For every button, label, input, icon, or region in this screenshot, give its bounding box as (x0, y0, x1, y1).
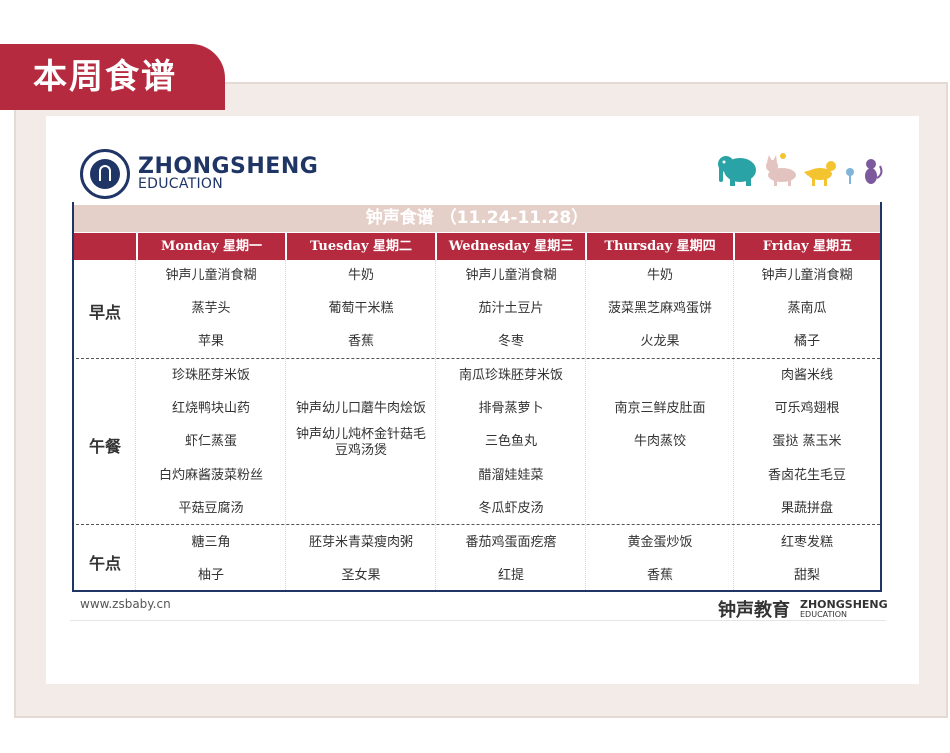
menu-cell: 珍珠胚芽米饭 (171, 368, 250, 383)
small-bird-icon (846, 168, 854, 184)
menu-cell: 肉酱米线 (780, 368, 833, 383)
animals-illustration (718, 153, 883, 186)
menu-cell: 南瓜珍珠胚芽米饭 (458, 368, 563, 383)
menu-cell: 冬枣 (497, 334, 524, 349)
menu-cell: 香卤花生毛豆 (767, 468, 846, 483)
menu-cell: 红烧鸭块山药 (171, 401, 250, 416)
elephant-icon (718, 156, 756, 186)
menu-cell: 醋溜娃娃菜 (478, 468, 544, 483)
bird-icon (780, 153, 786, 159)
meal-label-lunch: 午餐 (88, 437, 121, 456)
menu-cell: 葡萄干米糕 (328, 301, 394, 316)
menu-cell: 圣女果 (341, 568, 381, 583)
monkey-icon (865, 159, 883, 184)
table-left-border (72, 202, 74, 592)
menu-cell: 牛奶 (646, 268, 673, 283)
menu-cell: 黄金蛋炒饭 (627, 535, 693, 550)
menu-cell: 苹果 (197, 334, 224, 349)
menu-cell: 柚子 (197, 568, 224, 583)
menu-cell: 平菇豆腐汤 (178, 501, 244, 516)
meal-label-breakfast: 早点 (88, 303, 121, 322)
menu-cell: 三色鱼丸 (484, 434, 537, 449)
header-day-monday: Monday 星期一 (136, 233, 285, 260)
header-corner (74, 233, 136, 260)
meal-label-snack: 午点 (88, 554, 121, 573)
meal-divider (76, 358, 880, 359)
menu-cell: 钟声儿童消食糊 (165, 268, 257, 283)
menu-cell: 可乐鸡翅根 (774, 401, 840, 416)
menu-cell: 红提 (497, 568, 524, 583)
menu-cell: 橘子 (793, 334, 820, 349)
menu-cell: 钟声幼儿炖杯金针菇毛豆鸡汤煲 (295, 427, 426, 458)
footer-brand-cn: 钟声教育 (718, 600, 790, 621)
footer-brand-en-sub: EDUCATION (800, 610, 848, 619)
table-right-border (880, 202, 882, 592)
menu-cell: 甜梨 (793, 568, 820, 583)
menu-cell: 蛋挞 蒸玉米 (772, 434, 842, 449)
menu-cell: 香蕉 (646, 568, 673, 583)
brand-subtitle: EDUCATION (138, 176, 224, 192)
menu-cell: 冬瓜虾皮汤 (478, 501, 544, 516)
menu-cell: 钟声儿童消食糊 (761, 268, 853, 283)
menu-cell: 牛奶 (347, 268, 374, 283)
menu-cell: 蒸芋头 (191, 301, 231, 316)
header-day-wednesday: Wednesday 星期三 (435, 233, 585, 260)
menu-cell: 蒸南瓜 (787, 301, 827, 316)
header-day-tuesday: Tuesday 星期二 (285, 233, 435, 260)
menu-cell: 钟声幼儿口蘑牛肉烩饭 (295, 401, 426, 416)
menu-cell: 番茄鸡蛋面疙瘩 (465, 535, 557, 550)
menu-cell: 钟声儿童消食糊 (465, 268, 557, 283)
footer-divider (70, 620, 886, 621)
menu-cell: 火龙果 (640, 334, 680, 349)
menu-cell: 牛肉蒸饺 (633, 434, 686, 449)
dog-icon (804, 161, 836, 186)
menu-cell: 虾仁蒸蛋 (184, 434, 237, 449)
header-day-friday: Friday 星期五 (733, 233, 880, 260)
menu-cell: 红枣发糕 (780, 535, 833, 550)
menu-cell: 果蔬拼盘 (780, 501, 833, 516)
meal-divider (76, 524, 880, 525)
table-bottom-border (72, 590, 882, 592)
table-title: 钟声食谱 （11.24-11.28） (74, 205, 880, 232)
menu-cell: 菠菜黑芝麻鸡蛋饼 (607, 301, 712, 316)
section-title: 本周食谱 (0, 44, 225, 110)
day-header-row: Monday 星期一 Tuesday 星期二 Wednesday 星期三 Thu… (74, 233, 880, 260)
menu-cell: 糖三角 (191, 535, 231, 550)
menu-cell: 排骨蒸萝卜 (478, 401, 544, 416)
school-logo-icon (80, 149, 130, 199)
menu-cell: 南京三鲜皮肚面 (614, 401, 706, 416)
header-day-thursday: Thursday 星期四 (585, 233, 733, 260)
cat-icon (766, 155, 796, 186)
menu-cell: 茄汁土豆片 (478, 301, 544, 316)
menu-cell: 白灼麻酱菠菜粉丝 (158, 468, 263, 483)
menu-cell: 香蕉 (347, 334, 374, 349)
footer-url: www.zsbaby.cn (80, 597, 171, 611)
menu-cell: 胚芽米青菜瘦肉粥 (308, 535, 413, 550)
